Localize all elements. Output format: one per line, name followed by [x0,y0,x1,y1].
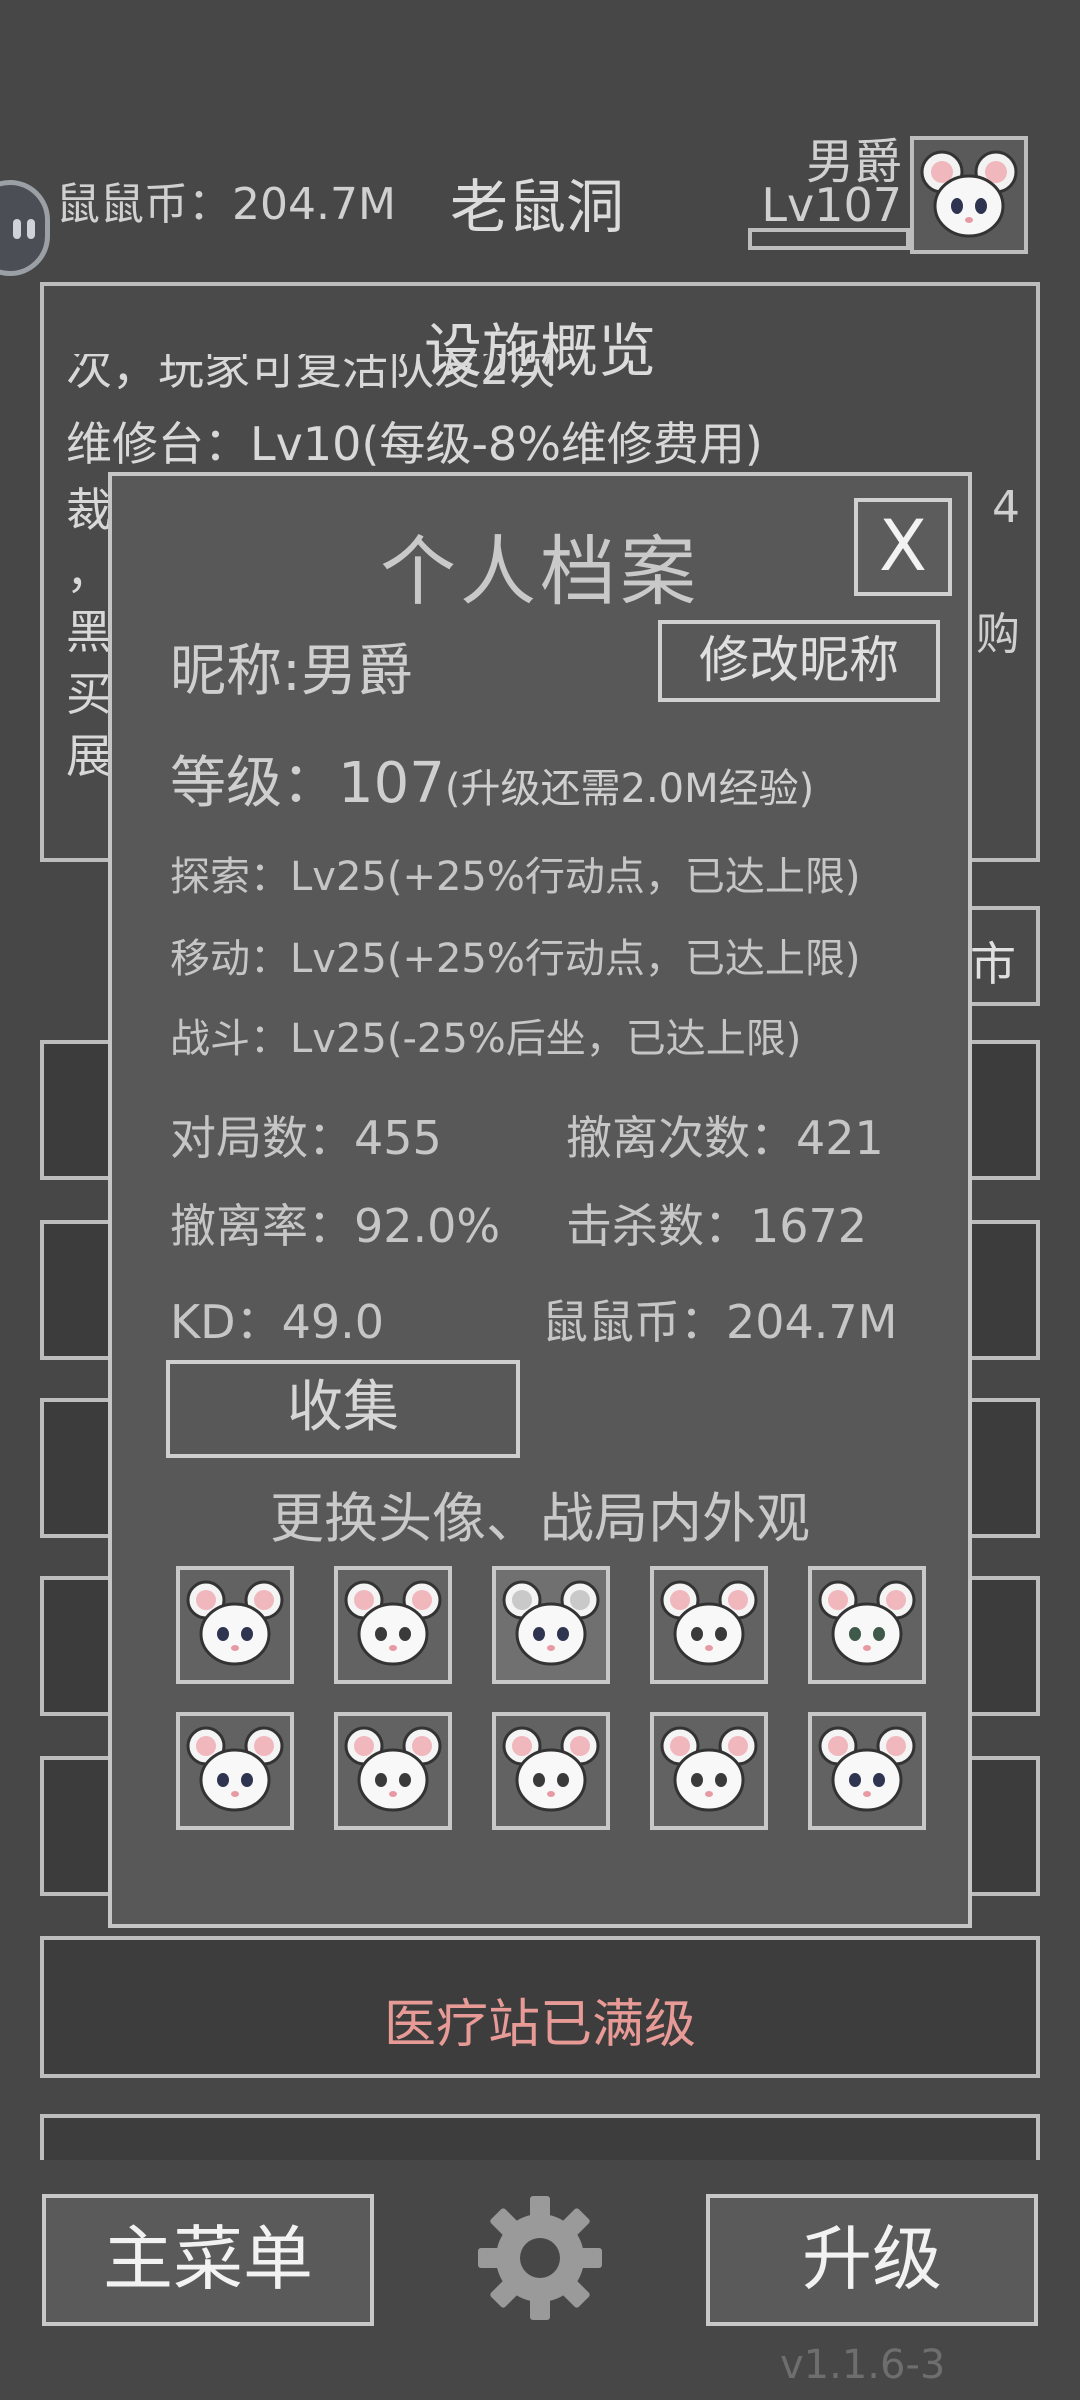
facility-row-button[interactable] [964,1220,1040,1360]
facility-row-button[interactable] [964,1040,1040,1180]
white-mouse-grey-ears-icon [502,1580,600,1666]
white-mouse-blue-eyes-icon [186,1580,284,1666]
stat-kills: 击杀数：1672 [566,1199,868,1253]
profile-modal: 个人档案 X 昵称:男爵 修改昵称 等级：107(升级还需2.0M经验) 探索：… [108,472,972,1928]
facility-row-button[interactable] [964,1576,1040,1716]
main-menu-button[interactable]: 主菜单 [42,2194,374,2326]
stat-coins: 鼠鼠币：204.7M [542,1295,898,1349]
facility-row-button[interactable] [40,1576,116,1716]
white-mouse-blush-icon [344,1726,442,1812]
skill-explore: 探索：Lv25(+25%行动点，已达上限) [170,854,861,900]
market-button[interactable]: 市 [970,906,1040,1006]
white-mouse-bangs-icon [502,1726,600,1812]
level-label: 等级： [170,751,338,816]
overview-line: 黑 [66,605,112,659]
facility-row-button[interactable] [40,1220,116,1360]
profile-avatar-button[interactable] [910,136,1028,254]
skin-option[interactable] [492,1712,610,1830]
white-mouse-curly-icon [818,1726,916,1812]
collection-button[interactable]: 收集 [166,1360,520,1458]
version-label: v1.1.6-3 [780,2342,946,2388]
overview-fragment: 购 [976,609,1020,660]
skin-option[interactable] [650,1712,768,1830]
skin-option[interactable] [492,1566,610,1684]
skin-option[interactable] [808,1566,926,1684]
location-title: 老鼠洞 [450,173,625,241]
overview-line: 买 [66,667,112,721]
upgrade-button[interactable]: 升级 [706,2194,1038,2326]
side-menu-handle[interactable] [0,180,50,276]
experience-bar [748,228,910,250]
coins-counter: 鼠鼠币：204.7M [56,179,396,230]
medical-station-button[interactable]: 医疗站已满级 [40,1936,1040,2078]
stat-matches: 对局数：455 [170,1111,442,1165]
nickname-label: 昵称:男爵 [170,639,413,704]
close-button[interactable]: X [854,498,952,596]
overview-line: 裁 [66,483,112,537]
rename-button[interactable]: 修改昵称 [658,620,940,702]
skill-move: 移动：Lv25(+25%行动点，已达上限) [170,936,861,982]
facility-row-button[interactable] [964,1398,1040,1538]
overview-line: ， [66,545,112,599]
white-mouse-long-hair-icon [660,1726,758,1812]
white-mouse-spiky-icon [344,1580,442,1666]
overview-line: 次，玩家可复活队友2次 [66,354,556,394]
level-row: 等级：107(升级还需2.0M经验) [170,738,814,819]
white-mouse-fluffy-icon [186,1726,284,1812]
gear-icon[interactable] [474,2192,606,2324]
skins-title: 更换头像、战局内外观 [270,1487,810,1550]
white-mouse-avatar-icon [920,150,1018,238]
stat-extractions: 撤离次数：421 [566,1111,884,1165]
user-level: Lv107 [761,178,902,232]
skin-option[interactable] [334,1566,452,1684]
medical-station-label: 医疗站已满级 [383,1995,696,2055]
profile-title: 个人档案 [380,527,700,616]
skill-combat: 战斗：Lv25(-25%后坐，已达上限) [170,1016,802,1062]
facility-row-button[interactable] [40,1756,116,1896]
level-value: 107 [338,751,445,816]
overview-line: 维修台：Lv10(每级-8%维修费用) [66,417,763,471]
white-mouse-grumpy-icon [660,1580,758,1666]
skin-option[interactable] [334,1712,452,1830]
overview-fragment: 4 [992,482,1020,533]
stat-extract-rate: 撤离率：92.0% [170,1199,501,1253]
skin-option[interactable] [176,1566,294,1684]
facility-row-button[interactable] [964,1756,1040,1896]
white-mouse-green-eyes-icon [818,1580,916,1666]
facility-row-button[interactable] [40,1398,116,1538]
skin-option[interactable] [808,1712,926,1830]
overview-line: 展 [66,729,112,783]
skin-option[interactable] [176,1712,294,1830]
stat-kd: KD：49.0 [170,1295,385,1349]
skin-option[interactable] [650,1566,768,1684]
level-note: (升级还需2.0M经验) [444,766,815,812]
facility-row-button[interactable] [40,1040,116,1180]
